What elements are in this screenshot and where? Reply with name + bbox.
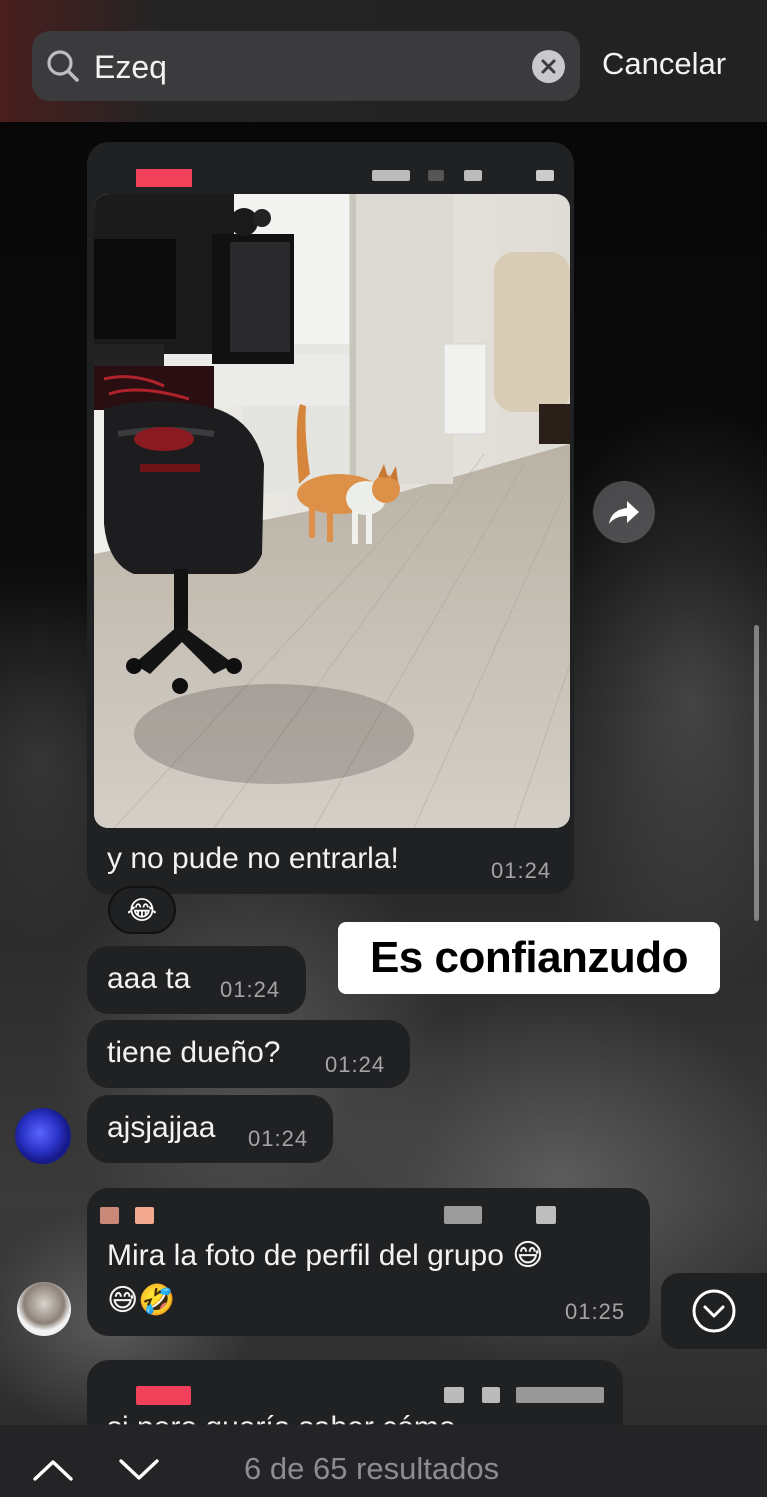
message-reaction[interactable]: 😂 — [108, 886, 176, 934]
message-text: aaa ta — [107, 962, 191, 995]
message-text: y no pude no entrarla! — [107, 842, 399, 875]
clear-icon — [541, 59, 556, 74]
forward-button[interactable] — [593, 481, 655, 543]
redacted-sender-name — [136, 169, 192, 187]
chevron-up-icon — [33, 1460, 73, 1481]
redacted-sender-name — [136, 1386, 191, 1405]
message-time: 01:24 — [325, 1052, 386, 1077]
redacted-phone — [428, 170, 444, 181]
clear-search-button[interactable] — [532, 50, 565, 83]
next-result-button[interactable] — [116, 1455, 162, 1485]
search-icon — [47, 50, 79, 82]
redacted-phone — [464, 170, 482, 181]
results-count: 6 de 65 resultados — [244, 1451, 500, 1486]
search-query[interactable]: Ezeq — [94, 48, 167, 86]
redacted-phone — [536, 1206, 556, 1224]
chevron-down-icon — [119, 1459, 159, 1480]
search-header: Ezeq Cancelar — [0, 0, 767, 122]
message-text: 😅🤣 — [107, 1284, 176, 1317]
message-text: ajsjajjaa — [107, 1111, 216, 1144]
chevron-down-circle-icon — [692, 1289, 736, 1333]
redacted-sender-name — [135, 1207, 154, 1224]
redacted-sender-name — [100, 1207, 119, 1224]
message-time: 01:24 — [220, 977, 281, 1002]
avatar[interactable] — [17, 1282, 71, 1336]
scroll-indicator[interactable] — [754, 625, 759, 921]
message-text: tiene dueño? — [107, 1036, 281, 1069]
overlay-caption: Es confianzudo — [338, 922, 720, 994]
redacted-phone — [444, 1387, 464, 1403]
redacted-phone — [444, 1206, 482, 1224]
avatar[interactable] — [15, 1108, 71, 1164]
redacted-phone — [482, 1387, 500, 1403]
message-text: Mira la foto de perfil del grupo 😅 — [107, 1239, 544, 1272]
redacted-phone — [372, 170, 410, 181]
message-time: 01:24 — [248, 1126, 309, 1151]
cat-room-photo — [94, 194, 570, 828]
search-input[interactable]: Ezeq — [32, 31, 580, 101]
redacted-phone — [536, 170, 554, 181]
previous-result-button[interactable] — [30, 1455, 76, 1485]
cancel-button[interactable]: Cancelar — [602, 44, 726, 84]
message-time: 01:24 — [491, 858, 552, 883]
redacted-phone — [516, 1387, 604, 1403]
message-time: 01:25 — [565, 1299, 626, 1324]
forward-icon — [609, 501, 639, 524]
shared-photo[interactable] — [94, 194, 570, 828]
scroll-to-bottom-button[interactable] — [661, 1273, 767, 1349]
